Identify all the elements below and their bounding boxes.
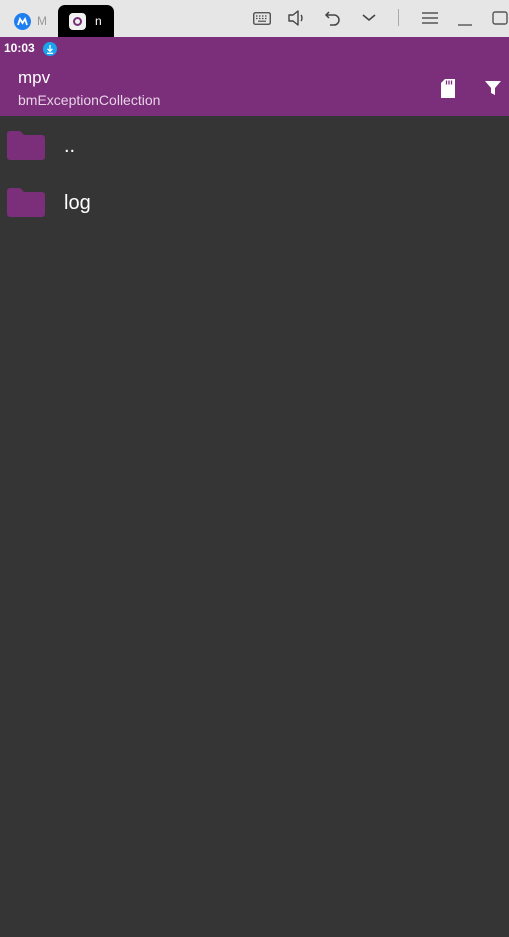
maximize-icon[interactable] bbox=[489, 8, 509, 28]
status-time: 10:03 bbox=[4, 41, 35, 55]
tab-other-app[interactable]: M bbox=[6, 5, 56, 37]
tab-label: n bbox=[95, 14, 102, 28]
undo-icon[interactable] bbox=[322, 8, 344, 28]
keyboard-icon[interactable] bbox=[251, 8, 273, 28]
app-bar: mpv bmExceptionCollection bbox=[0, 59, 509, 116]
app-icon bbox=[14, 12, 31, 30]
mpv-icon bbox=[69, 12, 86, 30]
list-item[interactable]: log bbox=[0, 173, 509, 230]
filter-icon[interactable] bbox=[482, 77, 504, 99]
list-item-label: log bbox=[64, 192, 91, 214]
toolbar-divider bbox=[398, 9, 399, 26]
tab-mpv[interactable]: n bbox=[58, 5, 114, 37]
chevron-down-icon[interactable] bbox=[358, 8, 380, 28]
folder-icon bbox=[7, 131, 45, 160]
file-list: .. log bbox=[0, 116, 509, 230]
minimize-icon[interactable] bbox=[454, 8, 476, 28]
sd-card-icon[interactable] bbox=[437, 77, 459, 99]
current-path: bmExceptionCollection bbox=[18, 92, 161, 108]
window-titlebar: M n bbox=[0, 0, 509, 37]
list-item[interactable]: .. bbox=[0, 116, 509, 173]
tab-label: M bbox=[37, 14, 47, 28]
download-icon bbox=[43, 42, 57, 56]
status-bar: 10:03 bbox=[0, 37, 509, 59]
volume-icon[interactable] bbox=[286, 8, 308, 28]
page-title: mpv bbox=[18, 68, 51, 87]
folder-icon bbox=[7, 188, 45, 217]
list-item-label: .. bbox=[64, 135, 76, 157]
menu-icon[interactable] bbox=[419, 8, 441, 28]
